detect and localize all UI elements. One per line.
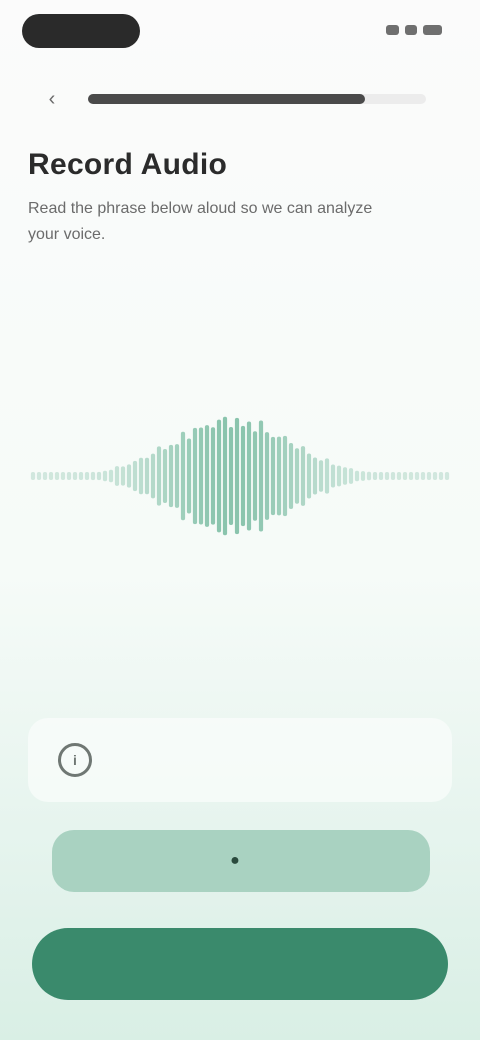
waveform-bar: [54, 472, 60, 480]
waveform-bar: [330, 464, 336, 488]
waveform-bar: [30, 472, 36, 480]
waveform-bar: [186, 438, 192, 514]
battery-icon: [422, 25, 442, 35]
waveform-bar: [48, 472, 54, 480]
waveform-bar: [402, 472, 408, 480]
waveform-bar: [126, 464, 132, 488]
waveform-bar: [348, 468, 354, 484]
progress-fill: [88, 94, 366, 104]
waveform-bar: [246, 421, 252, 531]
waveform-bar: [84, 472, 90, 480]
waveform-bar: [252, 431, 258, 521]
wifi-icon: [405, 25, 417, 35]
waveform-bar: [60, 472, 66, 480]
waveform-bar: [204, 425, 210, 527]
continue-button[interactable]: [32, 928, 448, 1000]
waveform-bar: [426, 472, 432, 480]
waveform-bar: [366, 471, 372, 481]
waveform-bar: [36, 472, 42, 480]
waveform-bar: [210, 427, 216, 525]
waveform-bar: [180, 431, 186, 521]
waveform-bar: [438, 472, 444, 480]
signal-icon: [386, 25, 400, 35]
audio-waveform: [30, 416, 450, 536]
waveform-bar: [384, 472, 390, 480]
waveform-bar: [342, 467, 348, 485]
option-card[interactable]: i: [28, 718, 452, 802]
page-subtitle: Read the phrase below aloud so we can an…: [28, 200, 373, 243]
waveform-bar: [174, 444, 180, 508]
waveform-bar: [228, 427, 234, 525]
waveform-bar: [282, 435, 288, 517]
waveform-bar: [324, 458, 330, 494]
waveform-bar: [432, 472, 438, 480]
status-indicators: [386, 22, 442, 38]
waveform-bar: [144, 457, 150, 495]
waveform-bar: [120, 466, 126, 486]
waveform-bar: [306, 453, 312, 499]
waveform-bar: [354, 470, 360, 482]
waveform-bar: [222, 416, 228, 536]
waveform-bar: [162, 448, 168, 504]
waveform-bar: [156, 446, 162, 506]
status-time-pill: [22, 14, 140, 48]
waveform-bar: [276, 436, 282, 516]
waveform-bar: [318, 460, 324, 492]
mic-icon: ●: [230, 852, 240, 869]
waveform-bar: [66, 472, 72, 480]
waveform-bar: [150, 453, 156, 499]
waveform-bar: [234, 417, 240, 535]
record-again-button[interactable]: ●: [52, 830, 430, 892]
waveform-bar: [360, 471, 366, 481]
waveform-bar: [198, 427, 204, 525]
waveform-bar: [312, 457, 318, 495]
waveform-bar: [42, 472, 48, 480]
page-title: Record Audio: [28, 148, 228, 181]
waveform-bar: [96, 471, 102, 481]
waveform-bar: [90, 471, 96, 481]
waveform-bar: [264, 432, 270, 520]
waveform-bar: [192, 427, 198, 525]
chevron-left-icon[interactable]: ‹: [40, 87, 64, 111]
waveform-bar: [168, 444, 174, 508]
waveform-bar: [216, 419, 222, 533]
waveform-bar: [378, 472, 384, 480]
waveform-bar: [72, 472, 78, 480]
waveform-bar: [138, 457, 144, 495]
waveform-bar: [240, 425, 246, 527]
waveform-bar: [300, 446, 306, 506]
waveform-bar: [414, 472, 420, 480]
waveform-bar: [408, 472, 414, 480]
waveform-bar: [270, 436, 276, 516]
waveform-bar: [396, 472, 402, 480]
waveform-bar: [288, 442, 294, 510]
info-circle-icon: i: [58, 743, 92, 777]
waveform-bar: [114, 466, 120, 486]
waveform-bar: [78, 472, 84, 480]
waveform-bar: [108, 469, 114, 483]
waveform-bar: [294, 448, 300, 504]
waveform-bar: [336, 465, 342, 487]
waveform-bar: [258, 420, 264, 532]
status-bar: [0, 0, 480, 64]
progress-row: ‹: [30, 84, 450, 114]
progress-track: [88, 94, 426, 104]
waveform-bar: [132, 460, 138, 492]
waveform-bar: [420, 472, 426, 480]
waveform-bar: [372, 472, 378, 480]
waveform-bar: [390, 472, 396, 480]
waveform-bar: [102, 470, 108, 482]
waveform-bar: [444, 472, 450, 480]
